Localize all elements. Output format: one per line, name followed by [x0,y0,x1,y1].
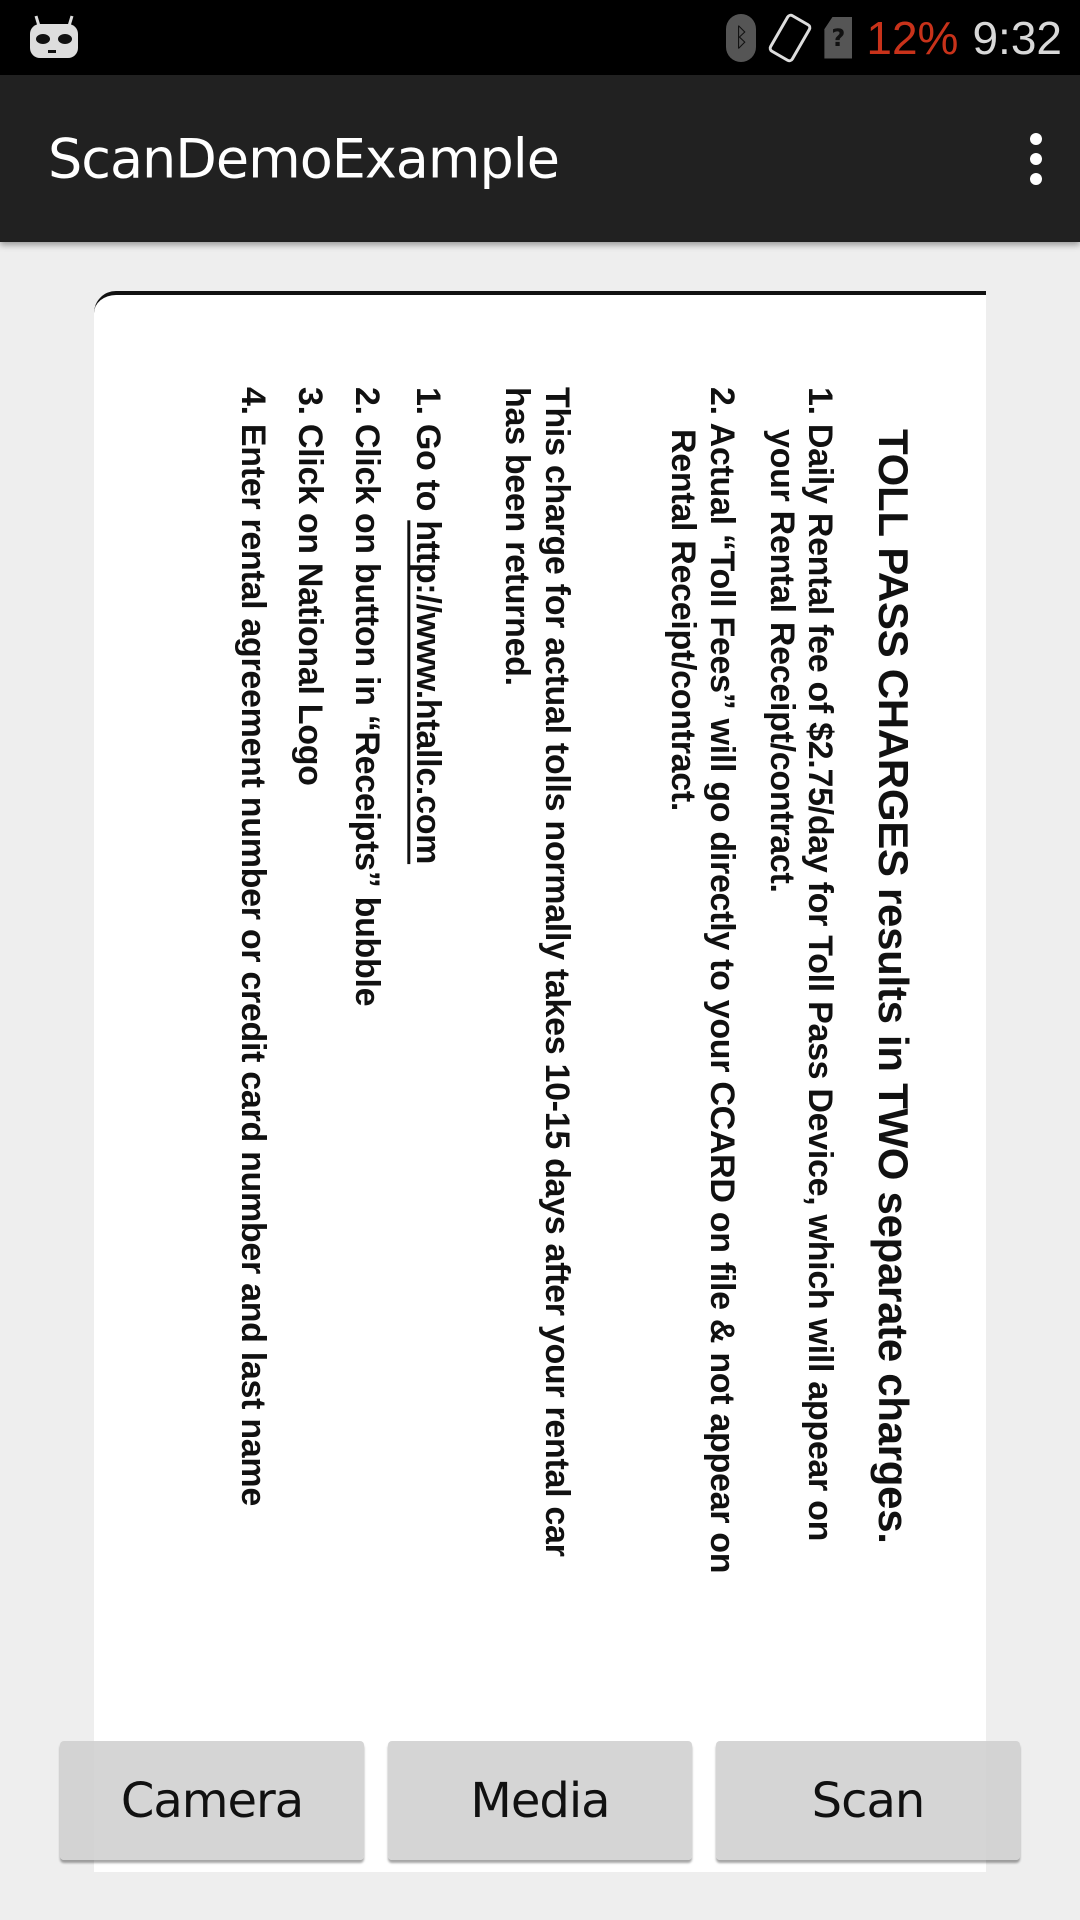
htallc-link[interactable]: http://www.htallc.com [409,520,447,864]
step-1-text: 1. Go to [409,387,447,521]
document-line: Rental Receipt/contract. [664,429,702,812]
no-sim-icon: ? [824,16,853,59]
app-title: ScanDemoExample [48,127,560,190]
document-title: TOLL PASS CHARGES results in TWO separat… [870,429,917,1544]
overflow-menu-icon[interactable] [1028,133,1044,185]
bluetooth-icon: ᛒ [726,13,757,62]
step-3: 3. Click on National Logo [291,387,329,786]
document-line: 1. Daily Rental fee of $2.75/day for Tol… [801,387,839,1542]
scanned-document-image: TOLL PASS CHARGES results in TWO separat… [94,291,986,1872]
document-line: 2. Actual “Toll Fees” will go directly t… [703,387,741,1574]
document-line: has been returned. [498,387,536,686]
camera-button[interactable]: Camera [60,1741,364,1860]
document-line: your Rental Receipt/contract. [763,429,801,893]
cyanogen-robot-icon [30,15,78,58]
clock: 9:32 [972,11,1062,64]
step-1: 1. Go to http://www.htallc.com [409,387,447,864]
step-2: 2. Click on button in “Receipts” bubble [348,387,386,1007]
scan-button[interactable]: Scan [716,1741,1020,1860]
battery-percent: 12% [866,11,959,64]
auto-rotate-icon [767,11,814,64]
status-bar: ᛒ ? 12% 9:32 [0,0,1080,75]
media-button[interactable]: Media [388,1741,692,1860]
step-4: 4. Enter rental agreement number or cred… [234,387,272,1506]
document-line: This charge for actual tolls normally ta… [538,387,576,1557]
app-bar: ScanDemoExample [0,75,1080,242]
